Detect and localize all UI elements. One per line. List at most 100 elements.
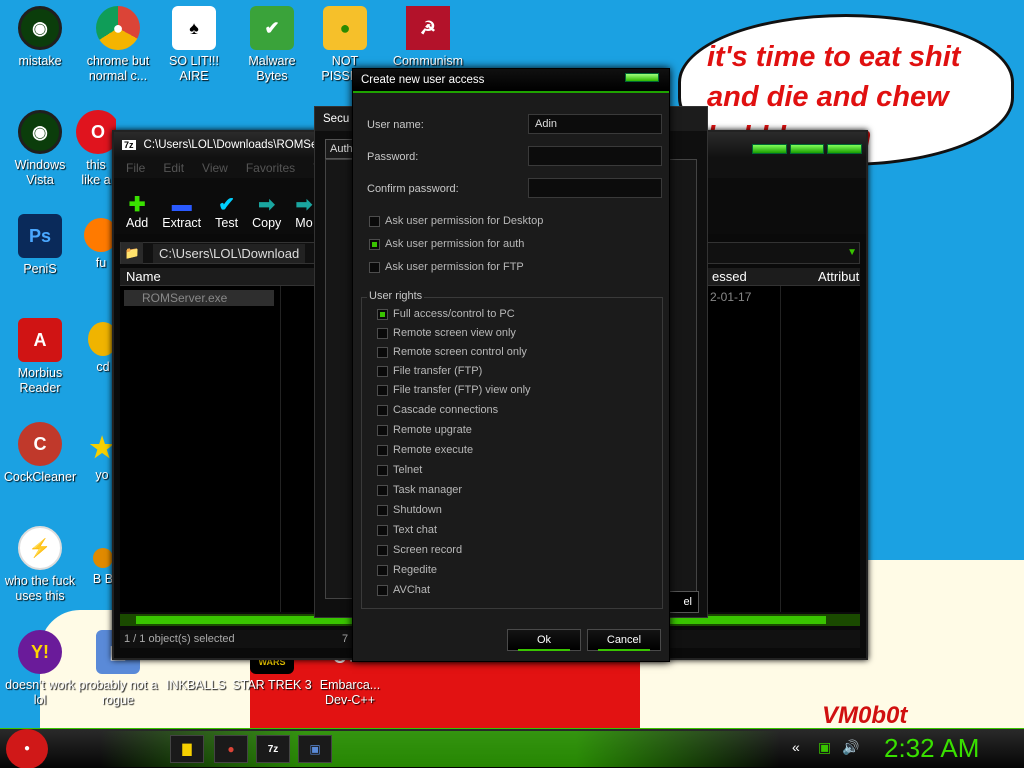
desktop-icon[interactable]: C CockCleaner: [0, 422, 80, 485]
checkbox[interactable]: [377, 327, 388, 339]
status-extra: 7: [342, 633, 349, 645]
checkbox-right[interactable]: Remote screen control only: [377, 346, 527, 358]
checkbox[interactable]: [377, 424, 388, 436]
desktop-icon[interactable]: A Morbius Reader: [0, 318, 80, 396]
desktop-icon[interactable]: ◉ mistake: [0, 6, 80, 69]
confirm-password-input[interactable]: [528, 178, 662, 198]
menu-view[interactable]: View: [202, 161, 228, 175]
checkbox-right[interactable]: Full access/control to PC: [377, 308, 515, 320]
folder-up-icon[interactable]: 📁: [121, 242, 143, 264]
checkbox[interactable]: [369, 215, 380, 227]
status-text: 1 / 1 object(s) selected: [124, 633, 235, 645]
checkbox[interactable]: [377, 484, 388, 496]
password-input[interactable]: [528, 146, 662, 166]
speaker-icon[interactable]: 🔊: [842, 739, 859, 756]
app-icon: [93, 548, 113, 568]
checkbox-right[interactable]: Cascade connections: [377, 404, 498, 416]
confirm-password-label: Confirm password:: [367, 183, 459, 195]
start-button[interactable]: ●: [6, 729, 48, 768]
dialog-titlebar[interactable]: Create new user access: [353, 69, 669, 93]
cancel-button[interactable]: Cancel: [587, 629, 661, 651]
checkbox[interactable]: [377, 365, 388, 377]
desktop-icon[interactable]: B B: [92, 548, 114, 587]
taskbar-chrome[interactable]: ●: [214, 735, 248, 763]
checkbox-right[interactable]: Remote screen view only: [377, 327, 516, 339]
checkbox-right[interactable]: Text chat: [377, 524, 437, 536]
file-date: 2-01-17: [710, 290, 752, 304]
checkbox-permission-desktop[interactable]: Ask user permission for Desktop: [369, 215, 543, 227]
checkbox-right[interactable]: Regedite: [377, 564, 437, 576]
column-accessed[interactable]: essed: [712, 269, 747, 284]
taskbar-explorer[interactable]: ▇: [170, 735, 204, 763]
checkbox-right[interactable]: File transfer (FTP): [377, 365, 482, 377]
desktop-icon[interactable]: ◉ Windows Vista: [0, 110, 80, 188]
checkbox[interactable]: [377, 524, 388, 536]
desktop-icon[interactable]: Y! doesn't work lol: [0, 630, 80, 708]
checkbox[interactable]: [377, 544, 388, 556]
checkbox-right[interactable]: Telnet: [377, 464, 422, 476]
checkbox-right[interactable]: Shutdown: [377, 504, 442, 516]
checkbox[interactable]: [377, 564, 388, 576]
cancel-button[interactable]: el: [665, 591, 699, 613]
menu-favorites[interactable]: Favorites: [246, 161, 295, 175]
checkbox[interactable]: [377, 308, 388, 320]
column-divider: [280, 286, 281, 612]
desktop-icon[interactable]: ✔ Malware Bytes: [232, 6, 312, 84]
desktop-icon[interactable]: ♠ SO LIT!!! AIRE: [154, 6, 234, 84]
folder-icon: ▇: [182, 742, 192, 756]
checkbox[interactable]: [377, 404, 388, 416]
checkbox[interactable]: [377, 504, 388, 516]
checkbox-right[interactable]: AVChat: [377, 584, 430, 596]
desktop-icon[interactable]: O this like a: [76, 110, 116, 188]
taskbar-app[interactable]: ▣: [298, 735, 332, 763]
close-button[interactable]: [827, 144, 863, 154]
column-attributes[interactable]: Attribut: [818, 269, 859, 284]
extract-button[interactable]: ▬ Extract: [162, 194, 201, 230]
checkbox-permission-ftp[interactable]: Ask user permission for FTP: [369, 261, 524, 273]
checkbox-right[interactable]: Remote upgrate: [377, 424, 472, 436]
column-name[interactable]: Name: [126, 269, 161, 284]
taskbar-7zip[interactable]: 7z: [256, 735, 290, 763]
menu-edit[interactable]: Edit: [163, 161, 184, 175]
minimize-button[interactable]: [752, 144, 787, 154]
desktop-icon[interactable]: ⚡ who the fuck uses this: [0, 526, 80, 604]
move-button[interactable]: ➡ Mo: [295, 194, 312, 230]
chevron-icon[interactable]: «: [792, 739, 800, 755]
check-icon: ✔: [218, 194, 235, 216]
menu-file[interactable]: File: [126, 161, 145, 175]
username-input[interactable]: Adin: [528, 114, 662, 134]
checkbox-right[interactable]: File transfer (FTP) view only: [377, 384, 531, 396]
desktop-icon[interactable]: ☭ Communism: [388, 6, 468, 69]
checkbox-right[interactable]: Task manager: [377, 484, 462, 496]
maximize-button[interactable]: [789, 144, 825, 154]
copy-button[interactable]: ➡ Copy: [252, 194, 281, 230]
checkbox-right[interactable]: Remote execute: [377, 444, 473, 456]
desktop-icon[interactable]: Ps PeniS: [0, 214, 80, 277]
checkbox[interactable]: [377, 464, 388, 476]
window-controls[interactable]: [752, 144, 863, 154]
desktop-icon[interactable]: ● chrome but normal c...: [78, 6, 158, 84]
checkbox-permission-auth[interactable]: Ask user permission for auth: [369, 238, 524, 250]
yahoo-messenger-icon: Y!: [18, 630, 62, 674]
monitor-icon[interactable]: ▣: [818, 739, 831, 756]
taskbar: ● ▇ ● 7z ▣ « ▣ 🔊 2:32 AM: [0, 728, 1024, 768]
test-button[interactable]: ✔ Test: [215, 194, 238, 230]
chrome-icon: ●: [96, 6, 140, 50]
checkbox[interactable]: [377, 346, 388, 358]
checkbox[interactable]: [377, 584, 388, 596]
address-path[interactable]: C:\Users\LOL\Download: [153, 243, 306, 263]
chevron-down-icon[interactable]: ▼: [847, 247, 857, 258]
checkbox-right[interactable]: Screen record: [377, 544, 462, 556]
ok-button[interactable]: Ok: [507, 629, 581, 651]
close-button[interactable]: [625, 73, 659, 82]
add-button[interactable]: ✚ Add: [126, 194, 148, 230]
checkbox[interactable]: [377, 384, 388, 396]
checkbox[interactable]: [369, 261, 380, 273]
create-user-dialog[interactable]: Create new user access User name: Adin P…: [352, 68, 670, 662]
minus-icon: ▬: [171, 194, 192, 216]
angry-birds-pig-icon: ●: [323, 6, 367, 50]
clock[interactable]: 2:32 AM: [884, 733, 979, 764]
file-row[interactable]: ROMServer.exe: [124, 290, 274, 306]
checkbox[interactable]: [377, 444, 388, 456]
checkbox[interactable]: [369, 238, 380, 250]
